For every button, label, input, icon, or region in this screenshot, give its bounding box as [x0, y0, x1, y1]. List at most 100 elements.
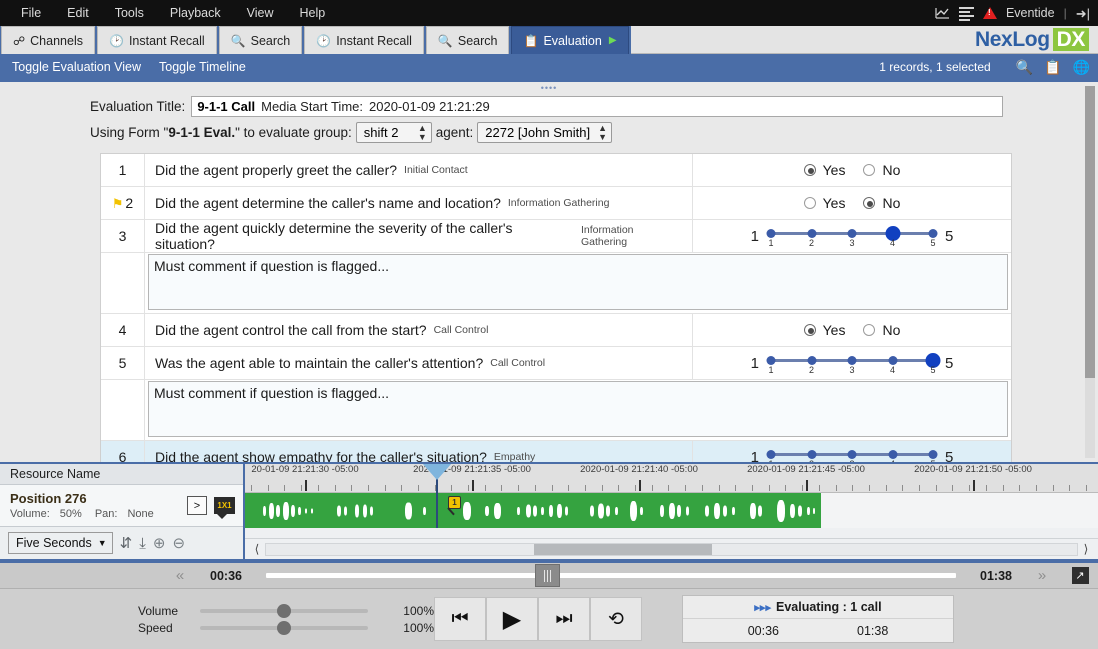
slider-point-1[interactable] [767, 356, 776, 365]
waveform-blip [276, 505, 280, 517]
waveform-blip [549, 505, 553, 517]
menu-bar: File Edit Tools Playback View Help Event… [0, 0, 1098, 26]
resource-pan-value: None [127, 508, 153, 520]
zoom-out-icon[interactable]: ⊖ [172, 536, 185, 551]
skip-next-button[interactable]: ⏭ [538, 597, 590, 641]
tab-instant-recall-2[interactable]: 🕑 Instant Recall [304, 26, 424, 54]
radio-option-no[interactable]: No [863, 195, 900, 211]
radio-dot-icon [804, 164, 816, 176]
slider-point-2[interactable] [807, 229, 816, 238]
slider-point-1[interactable] [767, 229, 776, 238]
globe-icon[interactable]: 🌐 [1073, 59, 1090, 76]
scroll-right-arrow-icon[interactable]: ⟩ [1078, 542, 1094, 556]
menu-item-help[interactable]: Help [287, 3, 339, 23]
toggle-timeline-button[interactable]: Toggle Timeline [159, 60, 246, 74]
menu-item-file[interactable]: File [8, 3, 54, 23]
chart-icon[interactable] [935, 7, 950, 19]
rating-slider[interactable]: 12345 [766, 352, 938, 374]
agent-select-value: 2272 [John Smith] [485, 125, 590, 140]
slider-point-3[interactable] [848, 450, 857, 459]
loop-button[interactable]: ⟲ [590, 597, 642, 641]
rating-slider-wrap: 1123455 [751, 446, 954, 462]
tab-search-1[interactable]: 🔍 Search [219, 26, 303, 54]
fast-forward-button[interactable]: » [1022, 567, 1062, 584]
ruler-minor-tick [468, 485, 469, 491]
rewind-button[interactable]: « [160, 567, 200, 584]
menu-item-view[interactable]: View [234, 3, 287, 23]
slider-point-3[interactable] [848, 356, 857, 365]
tab-evaluation[interactable]: 📋 Evaluation ▶ [511, 26, 628, 54]
comment-textarea[interactable]: Must comment if question is flagged... [148, 254, 1008, 310]
question-number: 1 [119, 162, 127, 178]
speed-slider-handle[interactable] [277, 621, 291, 635]
scrub-handle[interactable] [535, 564, 560, 587]
alert-warning-icon[interactable] [983, 7, 997, 19]
timeline-annotation-marker[interactable]: 1 [448, 496, 463, 511]
radio-option-yes[interactable]: Yes [804, 322, 846, 338]
resource-row[interactable]: Position 276 Volume:50% Pan:None > 1X1 [0, 485, 243, 527]
group-select[interactable]: shift 2 ▲▼ [356, 122, 432, 143]
tab-channels[interactable]: ☍ Channels [1, 26, 95, 54]
volume-slider-handle[interactable] [277, 604, 291, 618]
slider-point-5[interactable] [929, 450, 938, 459]
flag-icon[interactable]: ⚑ [112, 197, 124, 210]
scrollbar-thumb[interactable] [1085, 86, 1095, 378]
timeline-ruler[interactable]: 20-01-09 21:21:30 -05:002020-01-09 21:21… [245, 464, 1098, 493]
scrollbar-thumb[interactable] [534, 544, 712, 555]
tab-search-2[interactable]: 🔍 Search [426, 26, 510, 54]
tab-instant-recall-1[interactable]: 🕑 Instant Recall [97, 26, 217, 54]
agent-label: agent: [436, 125, 474, 140]
rating-slider[interactable]: 12345 [766, 446, 938, 462]
volume-slider[interactable] [200, 609, 368, 613]
fullscreen-expand-icon[interactable]: ↗ [1072, 567, 1089, 584]
menu-item-edit[interactable]: Edit [54, 3, 102, 23]
clipboard-icon[interactable]: 📋 [1044, 59, 1061, 76]
question-text: Did the agent quickly determine the seve… [155, 220, 574, 252]
slider-point-2[interactable] [807, 450, 816, 459]
playhead-handle[interactable] [422, 464, 452, 480]
question-answer-cell: 1123455 [693, 220, 1011, 252]
slider-point-2[interactable] [807, 356, 816, 365]
server-rack-icon[interactable] [959, 7, 974, 19]
comment-textarea[interactable]: Must comment if question is flagged... [148, 381, 1008, 437]
slider-point-4[interactable] [888, 356, 897, 365]
annotation-marker-icon[interactable]: 1X1 [214, 497, 235, 514]
evaluation-title-input[interactable]: 9-1-1 Call Media Start Time: 2020-01-09 … [191, 96, 1003, 117]
timeline-zoom-select[interactable]: Five Seconds ▼ [8, 532, 113, 554]
ruler-major-tick [806, 480, 808, 491]
scroll-left-arrow-icon[interactable]: ⟨ [249, 542, 265, 556]
resource-info: Position 276 Volume:50% Pan:None [10, 491, 187, 520]
timeline-playhead[interactable] [436, 464, 438, 528]
rating-slider[interactable]: 12345 [766, 225, 938, 247]
scrollbar-trough[interactable] [265, 543, 1078, 556]
skip-previous-button[interactable]: ⏮ [434, 597, 486, 641]
collapse-icon[interactable]: ⤓ [139, 536, 146, 551]
timeline-waveform[interactable] [245, 493, 1098, 528]
timeline-horizontal-scrollbar[interactable]: ⟨ ⟩ [245, 538, 1098, 559]
toggle-evaluation-view-button[interactable]: Toggle Evaluation View [12, 60, 141, 74]
menu-item-tools[interactable]: Tools [102, 3, 157, 23]
timeline-track-pane: 20-01-09 21:21:30 -05:002020-01-09 21:21… [245, 464, 1098, 559]
logout-icon[interactable]: ➜| [1076, 7, 1090, 20]
radio-option-no[interactable]: No [863, 162, 900, 178]
slider-point-4[interactable] [888, 450, 897, 459]
zoom-in-icon[interactable]: ⊕ [153, 536, 166, 551]
menu-item-playback[interactable]: Playback [157, 3, 234, 23]
play-button[interactable]: ▶ [486, 597, 538, 641]
radio-option-yes[interactable]: Yes [804, 162, 846, 178]
slider-point-3[interactable] [848, 229, 857, 238]
radio-option-no[interactable]: No [863, 322, 900, 338]
search-icon[interactable]: 🔍 [1016, 59, 1033, 76]
radio-option-yes[interactable]: Yes [804, 195, 846, 211]
agent-select[interactable]: 2272 [John Smith] ▲▼ [477, 122, 612, 143]
resource-expand-button[interactable]: > [187, 496, 207, 515]
slider-point-5[interactable] [929, 229, 938, 238]
scrub-track[interactable] [266, 573, 956, 578]
panel-resize-handle[interactable]: •••• [541, 83, 558, 93]
waveform-blip [263, 506, 266, 516]
speed-slider[interactable] [200, 626, 368, 630]
ruler-minor-tick [385, 485, 386, 491]
evaluation-vertical-scrollbar[interactable] [1085, 86, 1095, 458]
slider-point-1[interactable] [767, 450, 776, 459]
vertical-resize-icon[interactable]: ⇵ [120, 536, 133, 551]
